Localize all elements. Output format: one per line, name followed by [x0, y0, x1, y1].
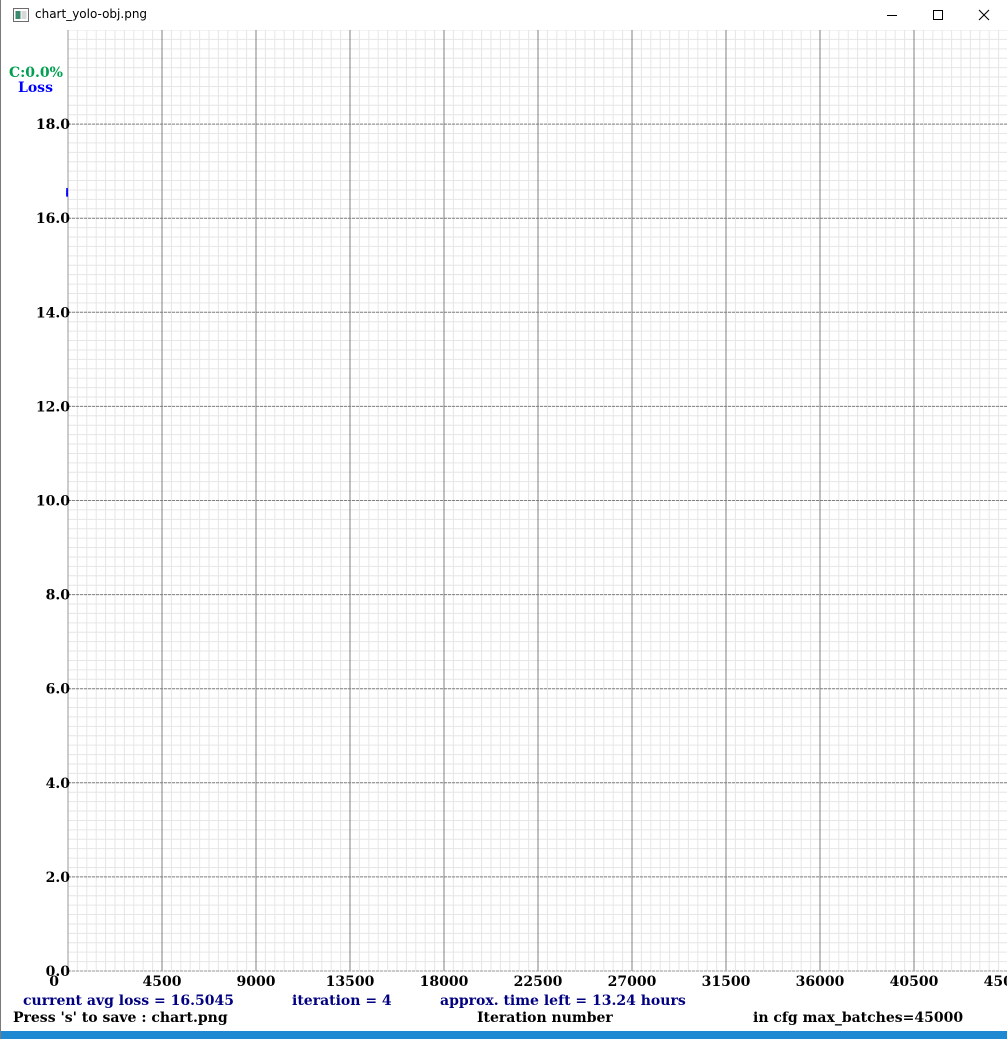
loss-legend: Loss [18, 80, 53, 96]
x-tick-label: 9000 [237, 974, 276, 990]
x-axis-label: Iteration number [477, 1010, 613, 1026]
close-icon [978, 9, 990, 21]
x-tick-label: 36000 [796, 974, 845, 990]
app-window: chart_yolo-obj.png 0.0 2.0 4.0 6.0 8.0 10.0 12… [0, 0, 1007, 1039]
y-tick-label: 14.0 [36, 305, 70, 321]
save-hint: Press 's' to save : chart.png [13, 1010, 228, 1026]
title-bar[interactable]: chart_yolo-obj.png [1, 0, 1007, 30]
x-tick-label: 0 [49, 974, 59, 990]
maximize-button[interactable] [915, 0, 961, 30]
avg-loss-status: current avg loss = 16.5045 [23, 993, 234, 1009]
iteration-status: iteration = 4 [292, 993, 392, 1009]
maximize-icon [933, 10, 943, 20]
y-tick-label: 6.0 [46, 682, 71, 698]
y-tick-label: 8.0 [46, 588, 71, 604]
x-axis-ticks: 0 4500 9000 13500 18000 22500 27000 31500 36000 4… [49, 974, 1007, 990]
window-title: chart_yolo-obj.png [35, 7, 148, 21]
close-button[interactable] [961, 0, 1007, 30]
x-tick-label: 31500 [702, 974, 751, 990]
y-tick-label: 16.0 [36, 211, 70, 227]
y-tick-label: 4.0 [46, 776, 71, 792]
y-tick-label: 12.0 [36, 399, 70, 415]
time-left-status: approx. time left = 13.24 hours [440, 993, 686, 1009]
x-tick-label: 18000 [420, 974, 469, 990]
x-tick-label: 45000 [984, 974, 1007, 990]
x-tick-label: 4500 [143, 974, 182, 990]
x-tick-label: 40500 [890, 974, 939, 990]
minimize-icon [887, 15, 897, 16]
y-tick-label: 2.0 [46, 870, 71, 886]
max-batches-label: in cfg max_batches=45000 [753, 1010, 963, 1026]
taskbar-strip [1, 1031, 1007, 1039]
x-tick-label: 13500 [326, 974, 375, 990]
image-window-icon [13, 8, 29, 22]
loss-chart: 0.02.04.06.08.010.012.014.016.018.0 0 450… [9, 30, 1007, 1026]
minimize-button[interactable] [869, 0, 915, 30]
y-tick-label: 10.0 [36, 494, 70, 510]
x-tick-label: 27000 [608, 974, 657, 990]
x-tick-label: 22500 [514, 974, 563, 990]
y-axis-ticks: 0.02.04.06.08.010.012.014.016.018.0 [36, 117, 70, 980]
y-tick-label: 18.0 [36, 117, 70, 133]
accuracy-legend: C:0.0% [9, 65, 63, 81]
